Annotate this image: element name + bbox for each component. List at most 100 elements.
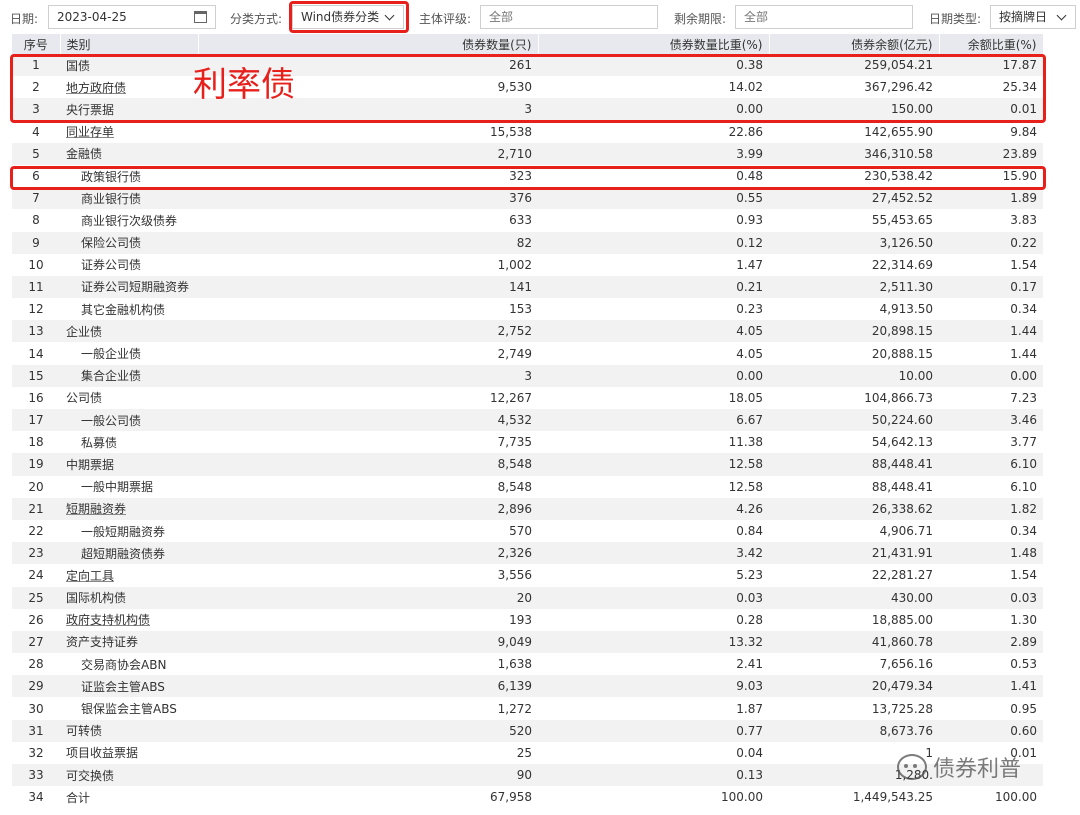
category-label[interactable]: 同业存单: [66, 125, 114, 139]
row-count: 6,139: [198, 675, 538, 698]
row-count: 520: [198, 719, 538, 742]
table-row[interactable]: 32 项目收益票据 25 0.04 1 0.01: [12, 741, 1043, 764]
table-row[interactable]: 14 一般企业债 2,749 4.05 20,888.15 1.44: [12, 342, 1043, 365]
row-count-pct: 100.00: [538, 786, 769, 809]
row-count-pct: 12.58: [538, 453, 769, 476]
row-count-pct: 18.05: [538, 386, 769, 409]
category-label: 集合企业债: [81, 369, 142, 384]
row-count: 1,002: [198, 253, 538, 276]
table-row[interactable]: 3 央行票据 3 0.00 150.00 0.01: [12, 98, 1043, 121]
row-count-pct: 1.47: [538, 253, 769, 276]
chevron-down-icon: [1056, 10, 1067, 21]
calendar-icon[interactable]: [194, 11, 207, 23]
category-label[interactable]: 定向工具: [66, 569, 114, 583]
table-row[interactable]: 4 同业存单 15,538 22.86 142,655.90 9.84: [12, 120, 1043, 143]
table-row[interactable]: 16 公司债 12,267 18.05 104,866.73 7.23: [12, 386, 1043, 409]
table-row[interactable]: 15 集合企业债 3 0.00 10.00 0.00: [12, 364, 1043, 387]
header-count-pct[interactable]: 债券数量比重(%): [538, 34, 770, 54]
row-balance: 20,888.15: [769, 342, 939, 365]
row-balance-pct: 1.54: [939, 564, 1043, 587]
row-count: 90: [198, 764, 538, 787]
category-label[interactable]: 地方政府债: [66, 81, 126, 95]
row-balance-pct: 0.01: [939, 98, 1043, 121]
header-category[interactable]: 类别: [60, 34, 199, 54]
table-row[interactable]: 34 合计 67,958 100.00 1,449,543.25 100.00: [12, 786, 1043, 809]
row-count: 20: [198, 586, 538, 609]
date-picker[interactable]: 2023-04-25: [48, 5, 216, 29]
row-category: 可转债: [60, 719, 198, 742]
row-balance-pct: 7.23: [939, 386, 1043, 409]
row-count: 25: [198, 741, 538, 764]
row-category: 其它金融机构债: [60, 298, 198, 321]
row-index: 6: [12, 164, 60, 188]
row-count: 3,556: [198, 564, 538, 587]
category-label: 银保监会主管ABS: [81, 702, 177, 717]
row-category: 超短期融资债券: [60, 542, 198, 565]
table-row[interactable]: 18 私募债 7,735 11.38 54,642.13 3.77: [12, 431, 1043, 454]
table-row[interactable]: 6 政策银行债 323 0.48 230,538.42 15.90: [12, 164, 1043, 188]
category-label: 私募债: [81, 435, 118, 450]
table-row[interactable]: 20 一般中期票据 8,548 12.58 88,448.41 6.10: [12, 475, 1043, 498]
table-row[interactable]: 27 资产支持证券 9,049 13.32 41,860.78 2.89: [12, 630, 1043, 654]
table-row[interactable]: 10 证券公司债 1,002 1.47 22,314.69 1.54: [12, 253, 1043, 276]
row-balance-pct: 17.87: [939, 54, 1043, 77]
table-row[interactable]: 29 证监会主管ABS 6,139 9.03 20,479.34 1.41: [12, 675, 1043, 698]
category-label: 交易商协会ABN: [81, 657, 167, 672]
row-index: 29: [12, 675, 60, 698]
table-row[interactable]: 12 其它金融机构债 153 0.23 4,913.50 0.34: [12, 298, 1043, 321]
row-index: 1: [12, 54, 60, 77]
table-row[interactable]: 33 可交换债 90 0.13 1,280.: [12, 764, 1043, 787]
table-row[interactable]: 28 交易商协会ABN 1,638 2.41 7,656.16 0.53: [12, 653, 1043, 676]
row-balance-pct: 1.44: [939, 342, 1043, 365]
row-category: 一般公司债: [60, 409, 198, 432]
table-row[interactable]: 19 中期票据 8,548 12.58 88,448.41 6.10: [12, 453, 1043, 476]
header-balance-pct[interactable]: 余额比重(%): [939, 34, 1044, 54]
term-select[interactable]: 全部: [735, 5, 913, 29]
row-balance-pct: 0.00: [939, 364, 1043, 387]
row-count-pct: 0.13: [538, 764, 769, 787]
category-label: 保险公司债: [81, 236, 142, 251]
row-category: 一般中期票据: [60, 475, 198, 498]
category-label[interactable]: 短期融资券: [66, 502, 126, 516]
table-row[interactable]: 9 保险公司债 82 0.12 3,126.50 0.22: [12, 231, 1043, 254]
rating-select[interactable]: 全部: [480, 5, 658, 29]
table-row[interactable]: 5 金融债 2,710 3.99 346,310.58 23.89: [12, 142, 1043, 165]
row-balance: 26,338.62: [769, 497, 939, 520]
table-row[interactable]: 24 定向工具 3,556 5.23 22,281.27 1.54: [12, 564, 1043, 587]
table-row[interactable]: 30 银保监会主管ABS 1,272 1.87 13,725.28 0.95: [12, 697, 1043, 720]
table-row[interactable]: 22 一般短期融资券 570 0.84 4,906.71 0.34: [12, 519, 1043, 543]
table-row[interactable]: 13 企业债 2,752 4.05 20,898.15 1.44: [12, 320, 1043, 343]
row-index: 3: [12, 98, 60, 121]
datetype-select[interactable]: 按摘牌日: [990, 5, 1076, 29]
row-balance-pct: 25.34: [939, 76, 1043, 99]
header-balance[interactable]: 债券余额(亿元): [769, 34, 940, 54]
table-row[interactable]: 17 一般公司债 4,532 6.67 50,224.60 3.46: [12, 409, 1043, 432]
header-index[interactable]: 序号: [12, 34, 61, 54]
table-row[interactable]: 2 地方政府债 9,530 14.02 367,296.42 25.34: [12, 76, 1043, 99]
table-row[interactable]: 1 国债 261 0.38 259,054.21 17.87: [12, 54, 1043, 77]
header-count[interactable]: 债券数量(只): [198, 34, 539, 54]
table-row[interactable]: 23 超短期融资债券 2,326 3.42 21,431.91 1.48: [12, 542, 1043, 565]
row-category: 项目收益票据: [60, 741, 198, 764]
table-row[interactable]: 31 可转债 520 0.77 8,673.76 0.60: [12, 719, 1043, 742]
row-index: 31: [12, 719, 60, 742]
table-row[interactable]: 11 证券公司短期融资券 141 0.21 2,511.30 0.17: [12, 275, 1043, 299]
row-count: 4,532: [198, 409, 538, 432]
table-row[interactable]: 8 商业银行次级债券 633 0.93 55,453.65 3.83: [12, 209, 1043, 232]
row-index: 21: [12, 497, 60, 520]
row-count-pct: 2.41: [538, 653, 769, 676]
classify-select[interactable]: Wind债券分类: [292, 5, 404, 29]
row-index: 27: [12, 630, 60, 654]
table-row[interactable]: 7 商业银行债 376 0.55 27,452.52 1.89: [12, 187, 1043, 210]
category-label[interactable]: 政府支持机构债: [66, 613, 150, 627]
row-count-pct: 11.38: [538, 431, 769, 454]
row-balance-pct: 3.77: [939, 431, 1043, 454]
row-count-pct: 13.32: [538, 630, 769, 654]
table-row[interactable]: 26 政府支持机构债 193 0.28 18,885.00 1.30: [12, 608, 1043, 631]
table-row[interactable]: 21 短期融资券 2,896 4.26 26,338.62 1.82: [12, 497, 1043, 520]
row-index: 17: [12, 409, 60, 432]
category-label: 国债: [66, 58, 91, 73]
row-balance: 50,224.60: [769, 409, 939, 432]
table-row[interactable]: 25 国际机构债 20 0.03 430.00 0.03: [12, 586, 1043, 609]
row-count-pct: 14.02: [538, 76, 769, 99]
